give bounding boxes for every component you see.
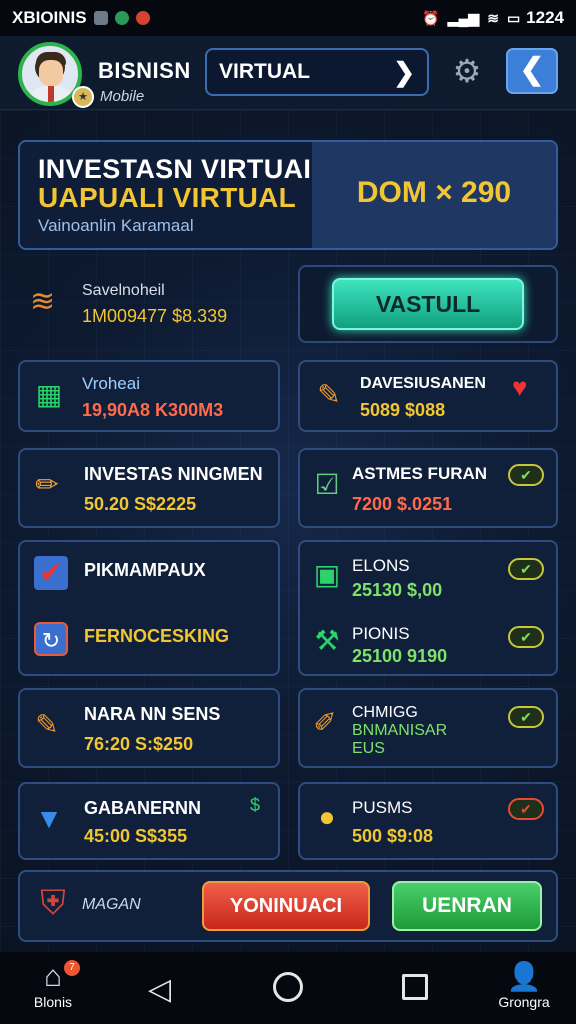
card-value: 25130 $,00 (352, 580, 443, 600)
card-title-secondary: PIONIS (352, 624, 410, 643)
green-action-button[interactable]: UENRAN (392, 881, 542, 931)
card-astmes[interactable]: ☑ ASTMES FURAN 7200 $.0251 ✔ (298, 448, 558, 528)
card-pusms[interactable]: ● PUSMS 500 $9:08 ✔ (298, 782, 558, 860)
primary-button[interactable]: VASTULL (332, 278, 524, 330)
hero-subtitle: UAPUALI VIRTUAL (38, 182, 297, 213)
check-toggle-icon[interactable]: ✔ (508, 798, 544, 820)
card-investas[interactable]: ✏ INVESTAS NINGMEN 50.20 S$2225 (18, 448, 280, 528)
card-value: 76:20 S:$250 (84, 734, 194, 754)
chevron-right-icon: ❯ (393, 56, 415, 87)
hero-caption: Vainoanlin Karamaal (38, 216, 194, 235)
card-title: INVESTAS NINGMEN (84, 464, 263, 484)
status-time: 1224 (526, 8, 564, 27)
card-pikmampaux[interactable]: ✔ PIKMAMPAUX ↻ FERNOCESKING (18, 540, 280, 676)
savings-label: Savelnoheil (82, 282, 165, 299)
card-value: BNMANISAR (352, 722, 448, 739)
card-gabanernn[interactable]: ▼ GABANERNN 45:00 S$355 $ (18, 782, 280, 860)
cube-icon: ▣ (313, 559, 341, 590)
shield-icon: ⛨ (40, 884, 66, 922)
checkbox-icon: ✔ (34, 556, 68, 590)
status-bar: XBIOINIS ⏰ ▂▄▆ ≋ ▭ 1224 (0, 0, 576, 36)
card-title: GABANERNN (84, 798, 201, 818)
card-value: 500 $9:08 (352, 826, 434, 846)
checklist-icon: ☑ (314, 469, 340, 500)
dollar-badge-icon: $ (249, 795, 260, 815)
savings-summary: ≋ Savelnoheil 1M009477 $8.339 (26, 280, 276, 340)
signal-icon: ▂▄▆ (447, 9, 480, 26)
check-toggle-icon[interactable]: ✔ (508, 626, 544, 648)
card-title: DAVESIUSANEN (360, 375, 486, 392)
card-title-secondary: FERNOCESKING (84, 626, 230, 646)
hero-title: INVESTASN VIRTUAI (38, 154, 312, 184)
search-field[interactable]: VIRTUAL ❯ (205, 48, 429, 96)
card-value-secondary: 25100 9190 (352, 646, 448, 666)
heart-icon[interactable]: ♥ (512, 372, 527, 403)
card-title: CHMIGG (352, 704, 418, 721)
savings-value: 1M009477 $8.339 (82, 306, 228, 326)
rocket-icon: ✎ (317, 379, 341, 410)
card-title: PIKMAMPAUX (84, 560, 206, 580)
gear-icon[interactable]: ⚙ (450, 54, 484, 88)
card-value: 45:00 S$355 (84, 826, 188, 846)
funnel-icon: ▼ (35, 803, 63, 834)
panel-label: MAGAN (82, 896, 141, 913)
nav-profile[interactable]: 👤 Grongra (486, 960, 562, 1010)
user-icon: 👤 (506, 961, 542, 992)
card-value: 5089 $088 (360, 400, 446, 420)
refresh-icon: ↻ (34, 622, 68, 656)
card-davesiusanen[interactable]: ✎ DAVESIUSANEN 5089 $088 ♥ (298, 360, 558, 432)
card-value-extra: EUS (352, 740, 385, 757)
recents-square-icon[interactable] (402, 974, 428, 1000)
card-value: 50.20 S$2225 (84, 494, 197, 514)
chart-icon: ▦ (35, 379, 63, 410)
chevron-left-icon: ❮ (519, 53, 545, 86)
back-triangle-icon[interactable]: ◁ (148, 972, 171, 1007)
hero-banner[interactable]: INVESTASN VIRTUAI UAPUALI VIRTUAL Vainoa… (18, 140, 558, 250)
brush-icon: ✐ (313, 707, 337, 738)
card-title: ASTMES FURAN (352, 464, 488, 483)
notification-badge: 7 (64, 960, 80, 976)
card-value: 7200 $.0251 (352, 494, 453, 514)
card-value: 19,90A8 K300M3 (82, 400, 224, 420)
card-title: PUSMS (352, 798, 413, 817)
check-toggle-icon[interactable]: ✔ (508, 464, 544, 486)
check-toggle-icon[interactable]: ✔ (508, 558, 544, 580)
check-toggle-icon[interactable]: ✔ (508, 706, 544, 728)
coin-icon: ● (318, 801, 336, 832)
back-button[interactable]: ❮ (506, 48, 558, 94)
battery-icon: ▭ (506, 9, 521, 26)
card-elons[interactable]: ▣ ELONS 25130 $,00 ✔ ⚒ PIONIS 25100 9190… (298, 540, 558, 676)
notification-icon (93, 11, 108, 25)
navigation-bar: ⌂ Blonis 7 ◁ 👤 Grongra (0, 952, 576, 1024)
card-nara[interactable]: ✎ NARA NN SENS 76:20 S:$250 (18, 688, 280, 768)
coins-icon: ≋ (30, 285, 56, 318)
user-name: BISNISN (98, 58, 191, 83)
user-subtitle: Mobile (100, 88, 145, 105)
card-chmigg[interactable]: ✐ CHMIGG BNMANISAR EUS ✔ (298, 688, 558, 768)
nav-profile-label: Grongra (498, 994, 550, 1010)
nav-home-label: Blonis (33, 994, 73, 1010)
search-value: VIRTUAL (219, 60, 310, 83)
globe-icon (114, 11, 129, 25)
red-action-button[interactable]: YONINUACI (202, 881, 370, 931)
card-vroheai[interactable]: ▦ Vroheai 19,90A8 K300M3 (18, 360, 280, 432)
home-circle-icon[interactable] (273, 972, 303, 1002)
alarm-icon: ⏰ (422, 9, 440, 26)
tool-icon: ✎ (35, 709, 59, 740)
card-title: Vroheai (82, 374, 140, 393)
card-title: NARA NN SENS (84, 704, 221, 724)
level-badge-icon: ★ (72, 86, 94, 108)
status-carrier: XBIOINIS (12, 8, 87, 27)
wifi-icon: ≋ (487, 9, 499, 26)
card-title: ELONS (352, 556, 410, 575)
wrench-icon: ⚒ (314, 625, 340, 656)
pencil-icon: ✏ (35, 469, 59, 500)
game-icon (135, 11, 150, 25)
hero-amount: DOM × 290 (356, 176, 512, 209)
